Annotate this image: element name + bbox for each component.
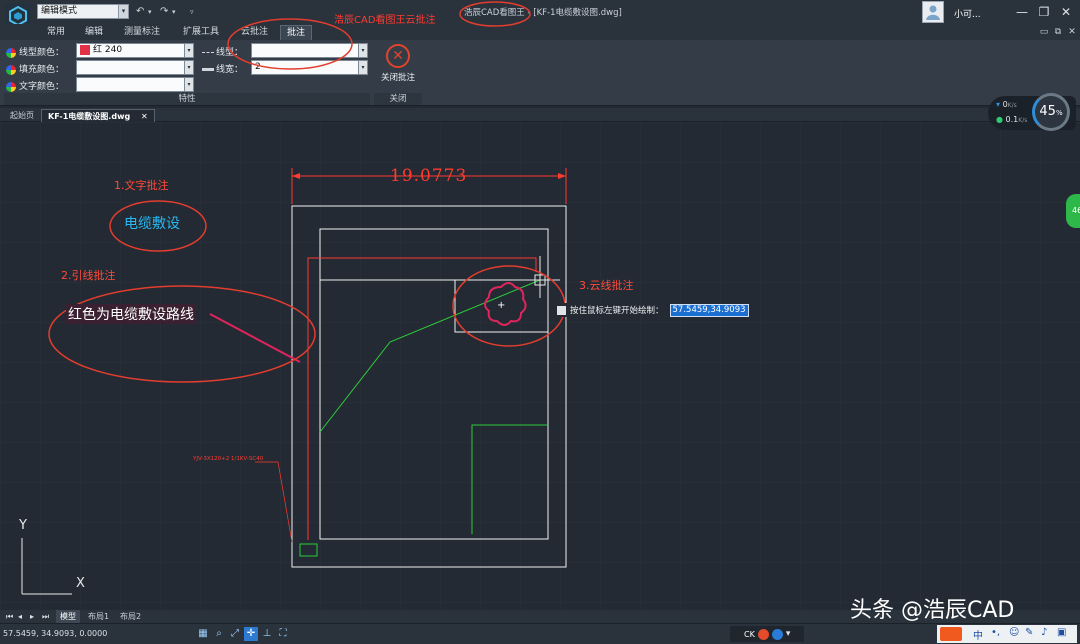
annotation1-label: 1.文字批注 bbox=[114, 179, 169, 192]
tab-layout1[interactable]: 布局1 bbox=[84, 610, 113, 623]
grid-icon[interactable]: ▦ bbox=[196, 627, 210, 641]
dropdown-icon[interactable]: ▾ bbox=[786, 629, 791, 639]
annotation2-text: 红色为电缆敷设路线 bbox=[66, 304, 196, 324]
drawing-canvas[interactable]: + 19.0773 1.文字批注 电缆敷设 2.引线批注 红色为电缆敷设路线 3… bbox=[0, 122, 1080, 610]
toolbox-icon[interactable]: ▣ bbox=[1057, 627, 1066, 638]
memory-gauge[interactable]: 45% bbox=[1032, 93, 1070, 131]
mic-icon[interactable]: ♪ bbox=[1041, 627, 1047, 638]
status-bar: 57.5459, 34.9093, 0.0000 ▦ ⌕ ⤢ ✛ ⊥ ⛶ CK … bbox=[0, 623, 1080, 644]
tab-layout2[interactable]: 布局2 bbox=[116, 610, 145, 623]
dimension-text: 19.0773 bbox=[390, 166, 468, 186]
annotation1-text: 电缆敷设 bbox=[124, 216, 180, 232]
prev-page-icon[interactable]: ◂ bbox=[14, 610, 26, 623]
ucs-y-label: Y bbox=[19, 518, 27, 533]
overlay-title: 浩辰CAD看图王云批注 bbox=[334, 15, 436, 26]
sogou-icon[interactable] bbox=[757, 628, 769, 640]
watermark: 头条 @浩辰CAD bbox=[850, 598, 1015, 623]
ime-mode-label[interactable]: 中 bbox=[973, 627, 983, 642]
snap-icon[interactable]: ✛ bbox=[244, 627, 258, 641]
ime-toolbar: 中 •, ☺ ✎ ♪ ▣ bbox=[937, 625, 1077, 643]
gauge-percent: 45 bbox=[1039, 104, 1056, 119]
tab-model[interactable]: 模型 bbox=[56, 610, 80, 623]
ck-label: CK bbox=[744, 629, 755, 639]
tooltip-text: 按住鼠标左键开始绘制： bbox=[570, 306, 664, 316]
skin-icon[interactable]: ✎ bbox=[1025, 627, 1033, 638]
punctuation-icon[interactable]: •, bbox=[991, 627, 1000, 638]
download-speed: ▾ 0K/s bbox=[996, 100, 1017, 109]
upload-speed: ● 0.1K/s bbox=[996, 115, 1028, 124]
last-page-icon[interactable]: ⏭ bbox=[38, 610, 53, 623]
cursor-tooltip: 按住鼠标左键开始绘制： 57.5459,34.9093 bbox=[557, 303, 749, 317]
tooltip-input[interactable]: 57.5459,34.9093 bbox=[669, 303, 749, 317]
tutorial-highlights bbox=[227, 1, 531, 70]
side-badge[interactable]: 46 bbox=[1066, 194, 1080, 228]
cable-spec-label: YJV-3X120+2 1/1KV-SC40 bbox=[193, 456, 264, 462]
cad-drawing: + bbox=[0, 122, 1080, 610]
ucs-x-label: X bbox=[76, 576, 85, 591]
sogou-logo-icon[interactable] bbox=[940, 627, 962, 641]
pan-icon[interactable]: ⤢ bbox=[228, 627, 242, 641]
tray-icons: CK ▾ bbox=[730, 626, 804, 642]
zoom-icon[interactable]: ⌕ bbox=[212, 627, 226, 641]
annotation3-label: 3.云线批注 bbox=[579, 279, 634, 292]
ortho-icon[interactable]: ⊥ bbox=[260, 627, 274, 641]
next-page-icon[interactable]: ▸ bbox=[26, 610, 38, 623]
svg-text:+: + bbox=[497, 300, 505, 311]
coordinate-readout: 57.5459, 34.9093, 0.0000 bbox=[3, 629, 108, 638]
annotation2-label: 2.引线批注 bbox=[61, 269, 116, 282]
help-icon[interactable] bbox=[771, 628, 783, 640]
emoji-icon[interactable]: ☺ bbox=[1009, 627, 1019, 638]
tooltip-icon bbox=[557, 305, 566, 315]
fullscreen-icon[interactable]: ⛶ bbox=[276, 627, 290, 641]
